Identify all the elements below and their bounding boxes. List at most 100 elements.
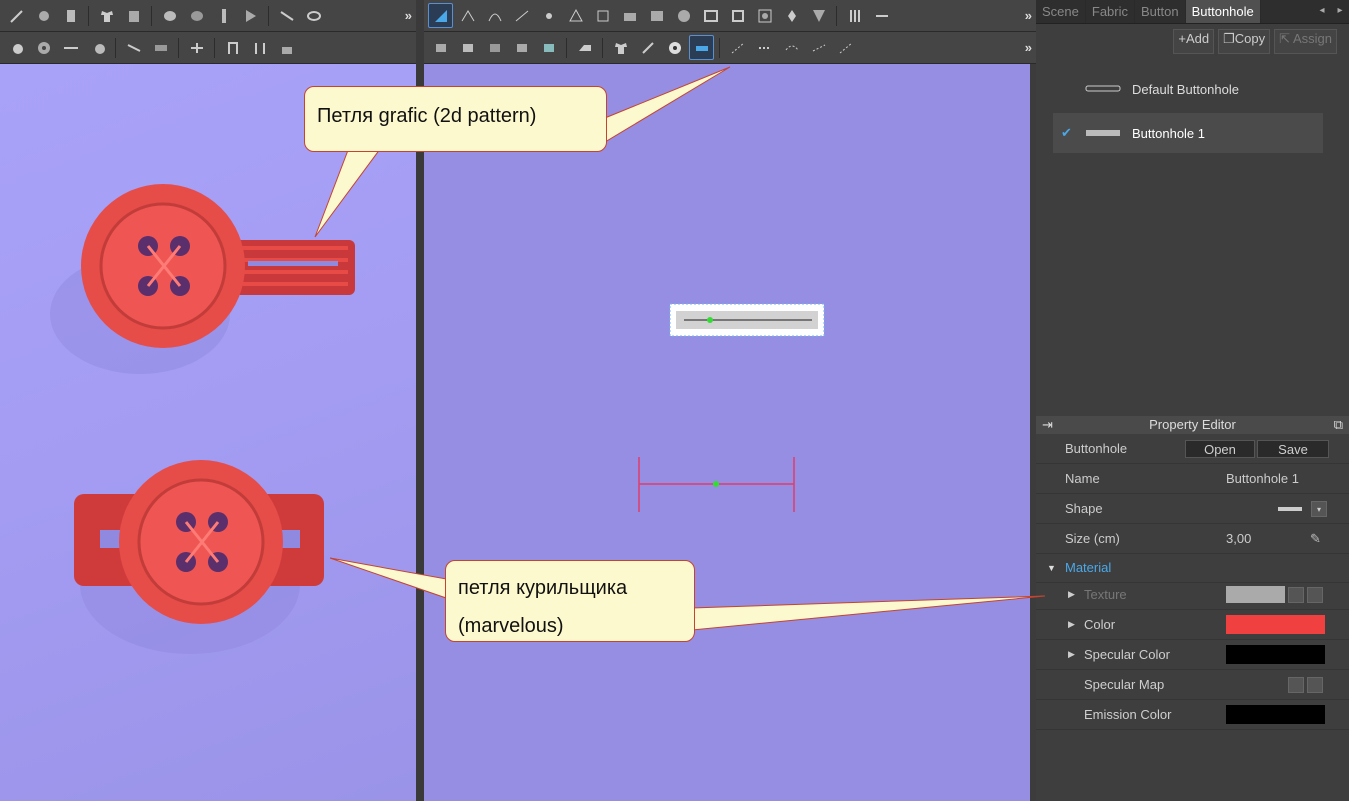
button-select-icon[interactable] [31,35,56,60]
callout-marvelous-line-1: петля курильщика [458,577,628,599]
assign-button[interactable]: ⇱ Assign [1274,29,1337,54]
circumference-icon[interactable] [247,35,272,60]
fold-icon[interactable] [121,3,146,28]
tab-scroll-right-icon[interactable]: ▸ [1331,0,1349,23]
pin-panel-icon[interactable]: ⇥ [1042,416,1053,434]
segment-topstitch-icon[interactable] [752,35,777,60]
internal-circle-icon[interactable] [752,3,777,28]
fold-arrange-icon[interactable] [301,3,326,28]
edit-sewing-icon[interactable] [428,35,453,60]
button-place-icon[interactable] [4,35,29,60]
shape-dropdown-icon[interactable]: ▾ [1311,500,1327,517]
buttonhole-2d-pattern[interactable] [669,303,825,337]
toolbar-overflow-icon[interactable]: » [405,8,412,23]
texture-browse-icon[interactable] [1288,586,1304,603]
m-n-sewing-icon[interactable] [509,35,534,60]
2d-viewport[interactable] [424,64,1030,801]
iron-icon[interactable] [572,35,597,60]
annotation-icon[interactable] [274,35,299,60]
add-button[interactable]: +Add [1173,29,1215,54]
name-field[interactable]: Buttonhole 1 [1226,471,1299,486]
button-2d-marker[interactable] [638,457,795,512]
internal-polygon-icon[interactable] [590,3,615,28]
sew-free-icon[interactable] [869,3,894,28]
wrench-icon[interactable]: ✎ [1310,531,1321,547]
3d-viewport[interactable] [0,64,416,801]
float-panel-icon[interactable]: ⧉ [1334,416,1343,434]
material-section-row[interactable]: ▼ Material [1036,553,1349,583]
expand-arrow-icon[interactable]: ▶ [1068,589,1075,600]
trace-icon[interactable] [617,3,642,28]
specular-color-label: Specular Color [1084,647,1170,662]
specular-map-browse-icon[interactable] [1288,676,1304,693]
tab-scene[interactable]: Scene [1036,0,1086,23]
tack-icon[interactable] [58,3,83,28]
avatar-measure-icon[interactable] [220,35,245,60]
pin-icon[interactable] [31,3,56,28]
transform-pattern-icon[interactable] [428,3,453,28]
fold-topstitch-icon[interactable] [833,35,858,60]
shirt-icon[interactable] [94,3,119,28]
arrange-icon[interactable] [238,3,263,28]
size-label: Size (cm) [1065,531,1120,546]
tab-button[interactable]: Button [1135,0,1186,23]
library-item-buttonhole-1[interactable]: ✔ Buttonhole 1 [1053,113,1323,153]
toolbar-overflow-icon-2d[interactable]: » [1025,8,1032,23]
free-sewing-icon[interactable] [482,35,507,60]
expand-arrow-icon[interactable]: ▶ [1068,619,1075,630]
segment-sewing-icon[interactable] [455,35,480,60]
save-button[interactable]: Save [1257,439,1329,458]
collapse-arrow-icon[interactable]: ▼ [1047,563,1056,573]
buttonhole-thumbnail-icon [1086,130,1120,136]
library-item-default-buttonhole[interactable]: Default Buttonhole [1053,69,1323,109]
texture-edit-icon[interactable] [608,35,633,60]
layer-icon[interactable] [157,3,182,28]
size-field[interactable]: 3,00 [1226,531,1251,546]
specular-map-delete-icon[interactable] [1307,676,1323,693]
specular-color-swatch[interactable] [1226,645,1325,664]
shape-row: Shape ▾ [1036,494,1349,524]
zipper-icon[interactable] [211,3,236,28]
dart-icon[interactable] [779,3,804,28]
internal-rectangle-icon[interactable] [698,3,723,28]
internal-square-icon[interactable] [725,3,750,28]
simulate-icon[interactable] [4,3,29,28]
emission-color-swatch[interactable] [1226,705,1325,724]
stack-icon[interactable] [184,3,209,28]
edit-topstitch-icon[interactable] [806,35,831,60]
open-button[interactable]: Open [1185,439,1255,458]
toolbar-overflow-icon-2d-row2[interactable]: » [1025,40,1032,55]
edit-curvature-icon[interactable] [482,3,507,28]
tab-buttonhole[interactable]: Buttonhole [1185,0,1261,23]
button-2d-icon[interactable] [662,35,687,60]
check-sewing-icon[interactable] [536,35,561,60]
specular-map-row: Specular Map [1036,670,1349,700]
sew-segment-icon[interactable] [842,3,867,28]
texture-thumbnail[interactable] [1226,586,1285,603]
topstitch-2d-icon[interactable] [725,35,750,60]
circle-icon[interactable] [671,3,696,28]
emission-color-row: Emission Color [1036,700,1349,730]
piping-icon[interactable] [148,35,173,60]
graphic-icon[interactable] [635,35,660,60]
free-topstitch-icon[interactable] [779,35,804,60]
add-point-icon[interactable] [536,3,561,28]
pleat-icon[interactable] [806,3,831,28]
rectangle-icon[interactable] [644,3,669,28]
tab-fabric[interactable]: Fabric [1086,0,1135,23]
topstitch-icon[interactable] [121,35,146,60]
polygon-icon[interactable] [563,3,588,28]
buttonhole-tool-icon[interactable] [58,35,83,60]
copy-button[interactable]: ❐Copy [1218,29,1271,54]
texture-delete-icon[interactable] [1307,586,1323,603]
tape-icon[interactable] [274,3,299,28]
expand-arrow-icon[interactable]: ▶ [1068,649,1075,660]
buttonhole-2d-icon[interactable] [689,35,714,60]
edit-pattern-icon[interactable] [455,3,480,28]
fasten-icon[interactable] [85,35,110,60]
color-swatch[interactable] [1226,615,1325,634]
copy-icon: ❐ [1223,31,1235,46]
measure-icon[interactable] [184,35,209,60]
edit-curve-point-icon[interactable] [509,3,534,28]
tab-scroll-left-icon[interactable]: ◂ [1313,0,1331,23]
